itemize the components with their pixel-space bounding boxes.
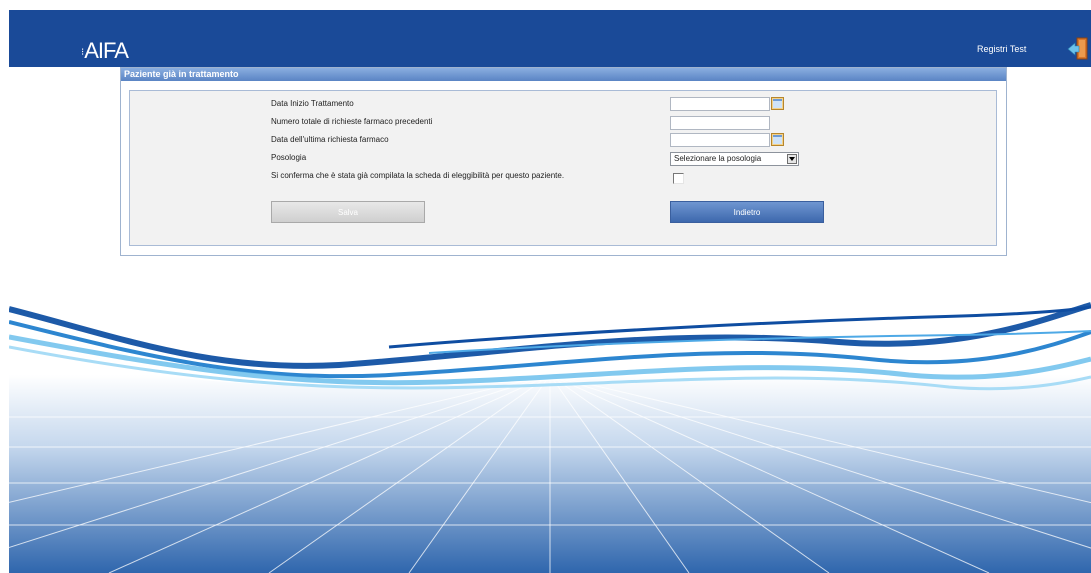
data-inizio-input[interactable]: [670, 97, 770, 111]
conferma-checkbox[interactable]: [673, 173, 684, 184]
label-posologia: Posologia: [271, 153, 307, 162]
label-data-ultima: Data dell'ultima richiesta farmaco: [271, 135, 389, 144]
label-data-inizio: Data Inizio Trattamento: [271, 99, 354, 108]
patient-panel: Paziente già in trattamento Data Inizio …: [120, 67, 1007, 256]
top-header: ⁝AIFA Registri Test: [9, 10, 1091, 67]
aifa-logo: ⁝AIFA: [81, 38, 129, 63]
posologia-value: Selezionare la posologia: [674, 154, 762, 163]
label-numero-richieste: Numero totale di richieste farmaco prece…: [271, 117, 433, 126]
data-ultima-input[interactable]: [670, 133, 770, 147]
posologia-select[interactable]: Selezionare la posologia: [670, 152, 799, 166]
save-button[interactable]: Salva: [271, 201, 425, 223]
form-area: Data Inizio Trattamento Numero totale di…: [129, 90, 997, 246]
panel-title: Paziente già in trattamento: [121, 68, 1006, 81]
label-conferma: Si conferma che è stata già compilata la…: [271, 171, 565, 180]
exit-door-icon[interactable]: [1067, 37, 1089, 61]
numero-richieste-input[interactable]: [670, 116, 770, 130]
calendar-icon[interactable]: [771, 97, 784, 110]
user-link[interactable]: Registri Test: [977, 44, 1026, 54]
back-button[interactable]: Indietro: [670, 201, 824, 223]
calendar-icon[interactable]: [771, 133, 784, 146]
background-wave-grid: [9, 302, 1091, 573]
chevron-down-icon[interactable]: [787, 154, 797, 164]
